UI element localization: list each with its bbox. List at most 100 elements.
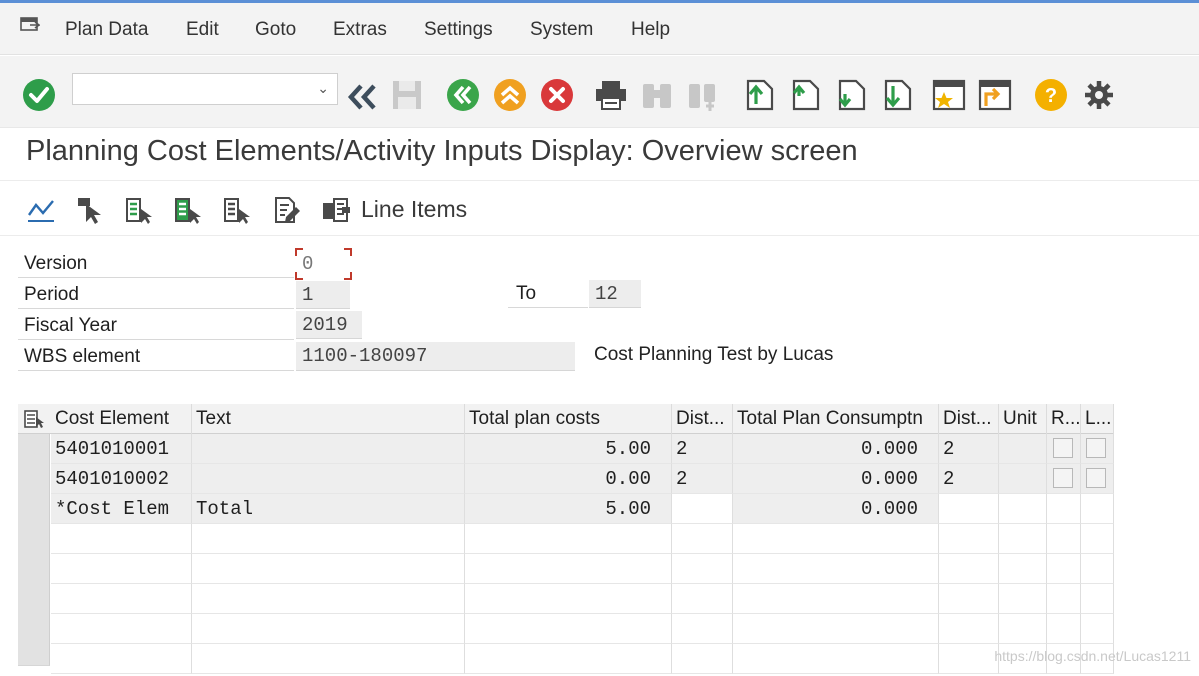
exit-icon[interactable]: [493, 78, 527, 112]
empty-cell[interactable]: [733, 524, 939, 554]
column-header-dist-2[interactable]: Dist...: [939, 404, 999, 434]
empty-cell[interactable]: [51, 524, 192, 554]
empty-cell[interactable]: [1047, 524, 1081, 554]
empty-cell[interactable]: [672, 614, 733, 644]
back-icon[interactable]: [446, 78, 480, 112]
print-icon[interactable]: [594, 78, 628, 112]
fiscal-year-field[interactable]: 2019: [296, 311, 362, 339]
period-to-field[interactable]: 12: [589, 280, 641, 308]
dist-2-cell[interactable]: 2: [939, 434, 999, 464]
empty-cell[interactable]: [1081, 554, 1114, 584]
dist-1-cell[interactable]: 2: [672, 434, 733, 464]
total-plan-consumptn-cell[interactable]: 0.000: [733, 434, 939, 464]
wbs-element-field[interactable]: 1100-180097: [296, 342, 575, 371]
help-icon[interactable]: ?: [1034, 78, 1068, 112]
l-checkbox[interactable]: [1086, 438, 1106, 458]
menu-plan-data[interactable]: Plan Data: [65, 19, 148, 41]
empty-cell[interactable]: [1081, 524, 1114, 554]
previous-page-icon[interactable]: [788, 78, 822, 112]
column-header-dist-1[interactable]: Dist...: [672, 404, 733, 434]
empty-cell[interactable]: [999, 584, 1047, 614]
select-all-icon[interactable]: [173, 195, 203, 225]
empty-cell[interactable]: [939, 584, 999, 614]
menu-goto[interactable]: Goto: [255, 19, 296, 41]
empty-cell[interactable]: [672, 644, 733, 674]
table-settings-icon[interactable]: [24, 410, 44, 428]
create-session-icon[interactable]: [932, 78, 966, 112]
line-items-button[interactable]: Line Items: [361, 196, 467, 223]
column-header-total-plan-consumptn[interactable]: Total Plan Consumptn: [733, 404, 939, 434]
empty-cell[interactable]: [1047, 554, 1081, 584]
r-checkbox[interactable]: [1053, 468, 1073, 488]
menu-edit[interactable]: Edit: [186, 19, 219, 41]
empty-cell[interactable]: [465, 584, 672, 614]
next-page-icon[interactable]: [834, 78, 868, 112]
column-header-unit[interactable]: Unit: [999, 404, 1047, 434]
menu-icon[interactable]: [20, 17, 40, 33]
empty-cell[interactable]: [939, 554, 999, 584]
empty-cell[interactable]: [192, 524, 465, 554]
empty-cell[interactable]: [672, 524, 733, 554]
empty-cell[interactable]: [672, 554, 733, 584]
text-cell[interactable]: [192, 434, 465, 464]
column-header-cost-element[interactable]: Cost Element: [51, 404, 192, 434]
line-items-icon[interactable]: [321, 195, 351, 225]
empty-cell[interactable]: [672, 584, 733, 614]
double-chevron-left-icon[interactable]: [345, 80, 379, 114]
unit-cell[interactable]: [999, 434, 1047, 464]
column-header-total-plan-costs[interactable]: Total plan costs: [465, 404, 672, 434]
dist-1-cell[interactable]: 2: [672, 464, 733, 494]
empty-cell[interactable]: [999, 524, 1047, 554]
menu-help[interactable]: Help: [631, 19, 670, 41]
generate-shortcut-icon[interactable]: [978, 78, 1012, 112]
empty-cell[interactable]: [51, 644, 192, 674]
empty-cell[interactable]: [192, 554, 465, 584]
menu-extras[interactable]: Extras: [333, 19, 387, 41]
empty-cell[interactable]: [192, 644, 465, 674]
empty-cell[interactable]: [733, 584, 939, 614]
row-selector-column[interactable]: [18, 434, 50, 666]
gear-icon[interactable]: [1082, 78, 1116, 112]
first-page-icon[interactable]: [742, 78, 776, 112]
empty-cell[interactable]: [465, 524, 672, 554]
r-checkbox[interactable]: [1053, 438, 1073, 458]
empty-cell[interactable]: [192, 614, 465, 644]
empty-cell[interactable]: [465, 644, 672, 674]
unit-cell[interactable]: [999, 464, 1047, 494]
empty-cell[interactable]: [51, 584, 192, 614]
column-header-r[interactable]: R...: [1047, 404, 1081, 434]
last-page-icon[interactable]: [880, 78, 914, 112]
dist-2-cell[interactable]: 2: [939, 464, 999, 494]
empty-cell[interactable]: [1081, 614, 1114, 644]
empty-cell[interactable]: [733, 644, 939, 674]
period-from-field[interactable]: 1: [296, 281, 350, 309]
empty-cell[interactable]: [1081, 584, 1114, 614]
command-field[interactable]: ⌄: [72, 73, 338, 105]
cost-element-cell[interactable]: 5401010002: [51, 464, 192, 494]
deselect-all-icon[interactable]: [222, 195, 252, 225]
empty-cell[interactable]: [192, 584, 465, 614]
document-edit-icon[interactable]: [272, 195, 302, 225]
empty-cell[interactable]: [939, 524, 999, 554]
empty-cell[interactable]: [51, 554, 192, 584]
l-checkbox[interactable]: [1086, 468, 1106, 488]
empty-cell[interactable]: [999, 614, 1047, 644]
select-pointer-icon[interactable]: [76, 195, 106, 225]
total-plan-costs-cell[interactable]: 5.00: [465, 434, 672, 464]
empty-cell[interactable]: [939, 614, 999, 644]
chevron-down-icon[interactable]: ⌄: [317, 80, 329, 97]
cancel-icon[interactable]: [540, 78, 574, 112]
menu-system[interactable]: System: [530, 19, 593, 41]
column-header-l[interactable]: L...: [1081, 404, 1114, 434]
empty-cell[interactable]: [1047, 584, 1081, 614]
total-plan-costs-cell[interactable]: 0.00: [465, 464, 672, 494]
empty-cell[interactable]: [51, 614, 192, 644]
empty-cell[interactable]: [733, 614, 939, 644]
menu-settings[interactable]: Settings: [424, 19, 493, 41]
empty-cell[interactable]: [939, 644, 999, 674]
total-plan-consumptn-cell[interactable]: 0.000: [733, 464, 939, 494]
graphic-icon[interactable]: [26, 195, 56, 225]
enter-icon[interactable]: [22, 78, 56, 112]
column-header-text[interactable]: Text: [192, 404, 465, 434]
empty-cell[interactable]: [999, 554, 1047, 584]
